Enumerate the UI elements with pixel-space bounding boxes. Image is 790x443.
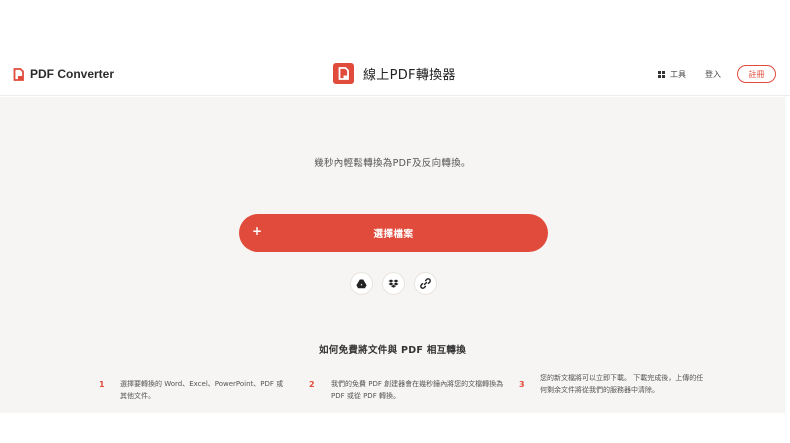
tools-label: 工具 — [670, 69, 686, 79]
choose-file-button[interactable]: + 選擇檔案 — [239, 214, 548, 252]
nav-actions: 工具 登入 註冊 — [658, 65, 776, 83]
step-1: 1 選擇要轉換的 Word、Excel、PowerPoint、PDF 或其他文件… — [99, 378, 290, 402]
step-2: 2 我們的免費 PDF 創建器會在幾秒鐘內將您的文檔轉換為 PDF 或從 PDF… — [309, 378, 506, 402]
google-drive-button[interactable] — [350, 272, 373, 295]
step-number: 3 — [519, 380, 525, 389]
converter-section: 幾秒內輕鬆轉換為PDF及反向轉換。 + 選擇檔案 如何免費將文件與 PDF 相互 — [0, 97, 785, 413]
step-text: 選擇要轉換的 Word、Excel、PowerPoint、PDF 或其他文件。 — [120, 380, 284, 400]
link-button[interactable] — [414, 272, 437, 295]
plus-icon: + — [252, 224, 263, 238]
step-number: 1 — [99, 380, 105, 389]
top-navbar: PDF Converter 線上PDF轉換器 工具 登入 註冊 — [0, 52, 790, 96]
upload-sources — [350, 272, 437, 295]
step-number: 2 — [309, 380, 315, 389]
signup-button[interactable]: 註冊 — [737, 65, 776, 83]
dropbox-icon — [388, 279, 399, 288]
brand-name: PDF Converter — [30, 67, 115, 81]
pdf-converter-icon — [333, 63, 354, 84]
page-title: 線上PDF轉換器 — [333, 63, 456, 84]
step-3: 3 您的新文檔將可以立即下載。 下載完成後，上傳的任何剩余文件將從我們的服務器中… — [519, 372, 705, 396]
step-text: 我們的免費 PDF 創建器會在幾秒鐘內將您的文檔轉換為 PDF 或從 PDF 轉… — [331, 380, 504, 400]
brand-doc-icon — [13, 67, 24, 81]
login-link[interactable]: 登入 — [705, 69, 721, 80]
grid-icon — [658, 70, 665, 78]
dropbox-button[interactable] — [382, 272, 405, 295]
link-icon — [420, 278, 431, 289]
tools-menu[interactable]: 工具 — [658, 69, 686, 80]
choose-file-label: 選擇檔案 — [373, 229, 414, 240]
google-drive-icon — [356, 279, 367, 288]
page-title-text: 線上PDF轉換器 — [363, 68, 456, 83]
howto-title: 如何免費將文件與 PDF 相互轉換 — [318, 345, 467, 356]
step-text: 您的新文檔將可以立即下載。 下載完成後，上傳的任何剩余文件將從我們的服務器中清除… — [540, 374, 704, 394]
brand-logo[interactable]: PDF Converter — [13, 67, 114, 81]
subtitle: 幾秒內輕鬆轉換為PDF及反向轉換。 — [314, 158, 471, 169]
